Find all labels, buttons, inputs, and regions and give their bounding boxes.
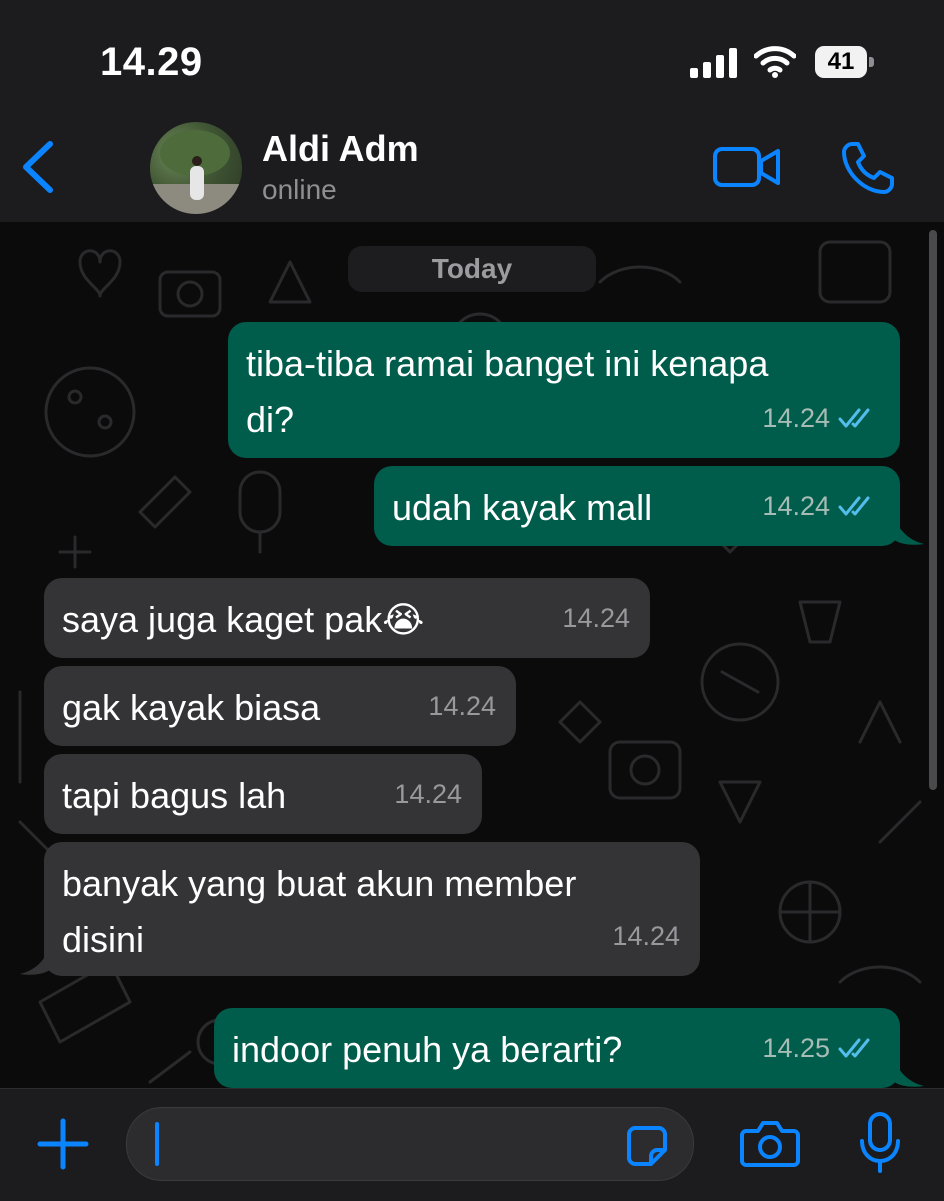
message-input-bar (0, 1088, 944, 1201)
message-time: 14.24 (562, 603, 630, 633)
message-text: indoor penuh ya berarti? (232, 1029, 623, 1070)
battery-level: 41 (815, 46, 867, 78)
incoming-message[interactable]: banyak yang buat akun member disini 14.2… (44, 842, 700, 976)
message-list[interactable]: Today tiba-tiba ramai banget ini kenapa … (0, 222, 944, 1088)
battery-indicator: 41 (815, 46, 875, 78)
plus-icon[interactable] (36, 1117, 90, 1171)
status-time: 14.29 (100, 40, 203, 84)
bubble-tail (892, 1054, 924, 1087)
message-text: gak kayak biasa (62, 687, 321, 728)
scrollbar[interactable] (929, 230, 937, 790)
message-text: tapi bagus lah (62, 775, 287, 816)
cellular-signal-icon (690, 48, 737, 78)
incoming-message[interactable]: gak kayak biasa 14.24 (44, 666, 516, 746)
status-bar: 14.29 41 (0, 0, 944, 100)
message-meta: 14.24 (762, 478, 878, 534)
bubble-tail (892, 512, 924, 545)
message-meta: 14.24 (762, 390, 878, 446)
message-time: 14.24 (394, 779, 462, 809)
chat-header: Aldi Adm online (0, 100, 944, 223)
contact-status: online (262, 174, 337, 205)
message-text: tiba-tiba ramai banget ini kenapa di? (246, 343, 769, 440)
message-time: 14.24 (428, 691, 496, 721)
message-text: banyak yang buat akun member disini (62, 863, 577, 960)
message-time: 14.24 (762, 403, 830, 433)
contact-name[interactable]: Aldi Adm (262, 128, 419, 170)
microphone-icon[interactable] (858, 1111, 902, 1175)
incoming-message[interactable]: tapi bagus lah 14.24 (44, 754, 482, 834)
outgoing-message[interactable]: tiba-tiba ramai banget ini kenapa di? 14… (228, 322, 900, 458)
text-caret (155, 1122, 159, 1166)
contact-avatar[interactable] (150, 122, 242, 214)
outgoing-message[interactable]: indoor penuh ya berarti? 14.25 (214, 1008, 900, 1088)
date-separator: Today (348, 246, 596, 292)
outgoing-message[interactable]: udah kayak mall 14.24 (374, 466, 900, 546)
message-time: 14.24 (612, 921, 680, 951)
message-time: 14.25 (762, 1033, 830, 1063)
voice-call-icon[interactable] (840, 140, 896, 196)
sticker-icon[interactable] (625, 1124, 669, 1168)
message-text: udah kayak mall (392, 487, 653, 528)
read-receipt-icon (838, 1038, 870, 1058)
bubble-tail (20, 942, 52, 975)
video-call-icon[interactable] (712, 144, 782, 190)
message-time: 14.24 (762, 491, 830, 521)
message-input[interactable] (126, 1107, 694, 1181)
wifi-icon (754, 46, 796, 78)
read-receipt-icon (838, 408, 870, 428)
camera-icon[interactable] (740, 1117, 800, 1169)
message-text: saya juga kaget pak😭 (62, 599, 425, 640)
incoming-message[interactable]: saya juga kaget pak😭 14.24 (44, 578, 650, 658)
back-chevron-icon[interactable] (18, 140, 58, 194)
message-meta: 14.25 (762, 1020, 878, 1076)
read-receipt-icon (838, 496, 870, 516)
